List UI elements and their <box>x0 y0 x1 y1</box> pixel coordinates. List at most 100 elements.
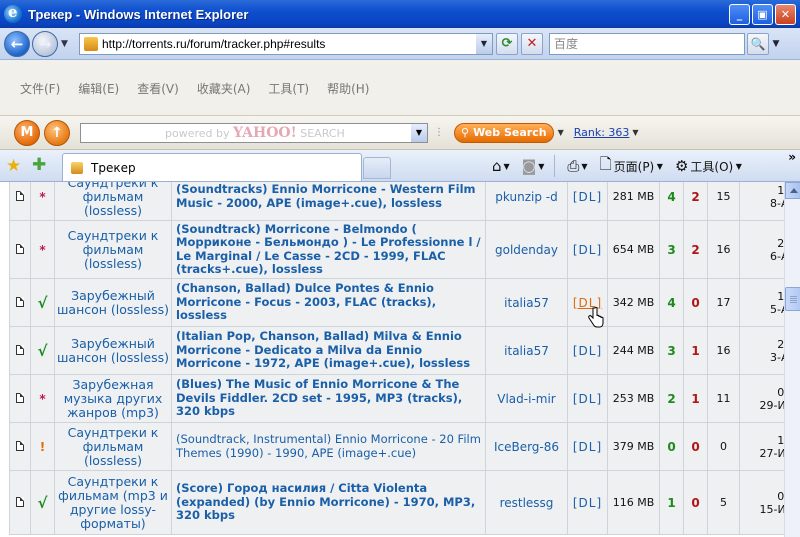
downloads-count: 0 <box>707 422 740 471</box>
maximize-button[interactable]: ▣ <box>752 4 773 25</box>
menu-edit[interactable]: 编辑(E) <box>78 80 119 97</box>
author-link[interactable]: italia57 <box>485 326 568 375</box>
print-icon[interactable]: ⎙ <box>567 157 579 175</box>
scroll-thumb[interactable] <box>785 287 800 311</box>
category-link[interactable]: Зарубежный шансон (lossless) <box>54 326 172 375</box>
size-cell: 253 MB <box>607 374 660 423</box>
close-button[interactable]: ✕ <box>775 4 796 25</box>
category-link[interactable]: Саундтреки к фильмам (lossless) <box>54 422 172 471</box>
add-favorites-icon[interactable]: ✚ <box>32 155 46 175</box>
category-link[interactable]: Саундтреки к фильмам (lossless) <box>54 182 172 221</box>
menu-favorites[interactable]: 收藏夹(A) <box>197 80 251 97</box>
search-input[interactable]: 百度 <box>549 32 745 55</box>
search-icon[interactable]: 🔍 <box>747 32 769 55</box>
size-cell: 654 MB <box>607 220 660 279</box>
forward-button[interactable]: → <box>32 30 58 57</box>
table-row: ! Саундтреки к фильмам (lossless) (Soundtr… <box>9 422 784 471</box>
history-dropdown-icon[interactable]: ▼ <box>61 39 73 49</box>
web-search-dropdown-icon[interactable]: ▼ <box>558 128 564 137</box>
back-button[interactable]: ← <box>4 30 30 57</box>
arrow-up-icon[interactable]: ↑ <box>44 119 70 146</box>
menu-view[interactable]: 查看(V) <box>137 80 179 97</box>
torrent-title-link[interactable]: (Chanson, Ballad) Dulce Pontes & Ennio M… <box>171 278 486 327</box>
tab-tracker[interactable]: Трекер <box>62 153 362 181</box>
menu-tools[interactable]: 工具(T) <box>268 80 309 97</box>
yahoo-menu-button[interactable]: M <box>14 119 40 146</box>
torrent-file-icon <box>9 374 31 423</box>
tab-bar: ★ ✚ Трекер ⌂ ▼ ◙ ▼ ⎙ ▼ 🗋 页面(P) ▼ ⚙ 工具(O) ▼ … <box>0 150 800 182</box>
author-link[interactable]: restlessg <box>485 470 568 535</box>
page-menu-button[interactable]: 页面(P) <box>614 158 655 175</box>
author-link[interactable]: Vlad-i-mir <box>485 374 568 423</box>
status-mark: * <box>30 374 55 423</box>
torrent-title-link[interactable]: (Italian Pop, Chanson, Ballad) Milva & E… <box>171 326 486 375</box>
seeders-count: 4 <box>659 278 684 327</box>
download-link[interactable]: [DL] <box>567 326 608 375</box>
tools-menu-button[interactable]: 工具(O) <box>690 158 733 175</box>
address-dropdown-icon[interactable]: ▼ <box>476 33 492 54</box>
category-link[interactable]: Зарубежный шансон (lossless) <box>54 278 172 327</box>
minimize-button[interactable]: _ <box>729 4 750 25</box>
downloads-count: 16 <box>707 220 740 279</box>
downloads-count: 17 <box>707 278 740 327</box>
torrent-title-link[interactable]: (Score) Город насилия / Citta Violenta (… <box>171 470 486 535</box>
refresh-button[interactable]: ⟳ <box>496 32 518 55</box>
downloads-count: 5 <box>707 470 740 535</box>
seeders-count: 4 <box>659 182 684 221</box>
menu-file[interactable]: 文件(F) <box>20 80 60 97</box>
yahoo-toolbar: M ↑ powered by YAHOO! SEARCH ▼ ⋮ ⚲ Web S… <box>0 116 800 150</box>
rank-link[interactable]: Rank: 363 <box>574 126 630 139</box>
added-date: 16:27-Ию <box>739 422 784 471</box>
status-mark: * <box>30 182 55 221</box>
author-link[interactable]: goldenday <box>485 220 568 279</box>
status-icon: ! <box>39 439 46 454</box>
new-tab-button[interactable] <box>363 157 391 179</box>
category-link[interactable]: Саундтреки к фильмам (mp3 и другие lossy… <box>54 470 172 535</box>
favorites-star-icon[interactable]: ★ <box>6 156 21 176</box>
address-field[interactable]: http://torrents.ru/forum/tracker.php#res… <box>79 32 493 55</box>
table-row: √ Саундтреки к фильмам (mp3 и другие loss… <box>9 470 784 535</box>
rss-icon[interactable]: ◙ <box>522 157 537 175</box>
web-search-button[interactable]: ⚲ Web Search <box>454 122 554 143</box>
yahoo-search-input[interactable]: powered by YAHOO! SEARCH ▼ <box>80 122 428 143</box>
search-options-icon[interactable]: ▼ <box>769 39 783 49</box>
chevron-more-icon[interactable]: » <box>788 150 796 164</box>
download-link[interactable]: [DL] <box>567 374 608 423</box>
download-link[interactable]: [DL] <box>567 182 608 221</box>
menu-bar: 文件(F) 编辑(E) 查看(V) 收藏夹(A) 工具(T) 帮助(H) <box>0 60 800 116</box>
leechers-count: 0 <box>683 470 708 535</box>
address-url[interactable]: http://torrents.ru/forum/tracker.php#res… <box>102 37 476 51</box>
download-link[interactable]: [DL] <box>567 220 608 279</box>
table-row: * Зарубежная музыка других жанров (mp3) (B… <box>9 374 784 423</box>
size-cell: 244 MB <box>607 326 660 375</box>
torrent-title-link[interactable]: (Soundtrack, Instrumental) Ennio Morrico… <box>171 422 486 471</box>
menu-help[interactable]: 帮助(H) <box>327 80 369 97</box>
home-icon[interactable]: ⌂ <box>492 157 502 175</box>
vertical-scrollbar[interactable] <box>784 182 800 537</box>
category-link[interactable]: Зарубежная музыка других жанров (mp3) <box>54 374 172 423</box>
torrent-file-icon <box>9 278 31 327</box>
torrent-title-link[interactable]: (Soundtracks) Ennio Morricone - Western … <box>171 182 486 221</box>
torrent-file-icon <box>9 182 31 221</box>
author-link[interactable]: pkunzip -d <box>485 182 568 221</box>
author-link[interactable]: italia57 <box>485 278 568 327</box>
window-title: Трекер - Windows Internet Explorer <box>28 6 249 22</box>
scroll-up-button[interactable] <box>785 182 800 199</box>
status-icon: * <box>39 391 46 406</box>
status-mark: √ <box>30 326 55 375</box>
author-link[interactable]: IceBerg-86 <box>485 422 568 471</box>
rank-dropdown-icon[interactable]: ▼ <box>632 128 638 137</box>
yahoo-search-placeholder: powered by YAHOO! SEARCH <box>165 124 345 141</box>
download-link[interactable]: [DL] <box>567 422 608 471</box>
category-link[interactable]: Саундтреки к фильмам (lossless) <box>54 220 172 279</box>
leechers-count: 2 <box>683 182 708 221</box>
seeders-count: 3 <box>659 326 684 375</box>
status-icon: * <box>39 189 46 204</box>
torrent-title-link[interactable]: (Soundtrack) Morricone - Belmondo ( Морр… <box>171 220 486 279</box>
size-cell: 379 MB <box>607 422 660 471</box>
torrent-title-link[interactable]: (Blues) The Music of Ennio Morricone & T… <box>171 374 486 423</box>
added-date: 11:5-Ав <box>739 278 784 327</box>
stop-button[interactable]: ✕ <box>521 32 543 55</box>
yahoo-search-dropdown-icon[interactable]: ▼ <box>411 123 427 142</box>
download-link[interactable]: [DL] <box>567 470 608 535</box>
